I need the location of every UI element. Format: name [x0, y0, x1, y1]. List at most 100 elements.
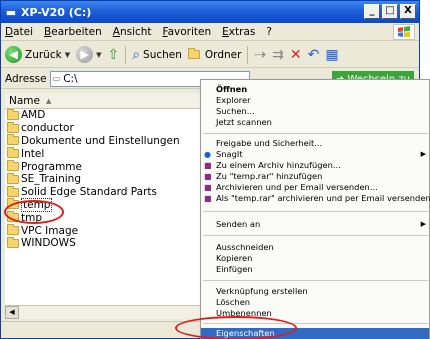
folder-name: VPC Image	[21, 224, 79, 237]
menu-help[interactable]: ?	[266, 26, 272, 38]
folder-name: Programme	[21, 160, 82, 173]
folder-icon	[7, 185, 19, 197]
move-to-icon[interactable]: ⇢	[254, 47, 266, 63]
folder-name: SE_Training	[21, 173, 81, 186]
back-label: Zurück	[25, 48, 62, 61]
up-folder-icon[interactable]: ⇧	[107, 47, 119, 63]
folder-icon	[7, 224, 19, 236]
folder-icon	[7, 172, 19, 184]
close-button[interactable]: X	[400, 4, 416, 19]
list-item[interactable]: Intel	[5, 147, 201, 160]
list-item[interactable]: Solid Edge Standard Parts	[5, 185, 201, 199]
drive-icon: ▬	[5, 5, 17, 19]
search-label: Suchen	[143, 48, 182, 61]
menu-item-snagit-label: SnagIt	[216, 149, 243, 159]
copy-to-icon[interactable]: ⇉	[272, 47, 284, 63]
window-controls: _ □ X	[364, 4, 416, 19]
horizontal-scrollbar[interactable]: ◀	[5, 305, 201, 319]
menu-bar: Datei Bearbeiten Ansicht Favoriten Extra…	[1, 23, 419, 41]
folder-icon	[7, 121, 19, 133]
title-bar[interactable]: ▬ XP-V20 (C:) _ □ X	[1, 1, 419, 23]
menu-item-archive-email-label: Archivieren und per Email versenden...	[216, 182, 378, 192]
list-item[interactable]: WINDOWS	[5, 236, 201, 250]
folder-name: conductor	[21, 122, 74, 135]
menu-item-share[interactable]: Freigabe und Sicherheit...	[201, 138, 429, 149]
back-button[interactable]: ◀ Zurück ▼	[5, 46, 70, 63]
snagit-icon: ●	[204, 150, 211, 159]
menu-item-snagit[interactable]: ● SnagIt ▶	[201, 149, 429, 160]
list-item[interactable]: AMD	[5, 108, 201, 122]
folder-icon	[7, 236, 19, 248]
winrar-icon: ■	[204, 194, 212, 203]
menu-datei[interactable]: Datei	[5, 26, 33, 38]
menu-item-send-to[interactable]: Senden an ▶	[201, 219, 429, 230]
menu-bearbeiten[interactable]: Bearbeiten	[44, 26, 102, 38]
folder-icon	[7, 160, 19, 172]
menu-item-temp-rar-email[interactable]: ■ Als "temp.rar" archivieren und per Ema…	[201, 193, 430, 204]
list-item[interactable]: VPC Image	[5, 224, 201, 237]
menu-item-archive-email[interactable]: ■ Archivieren und per Email versenden...	[201, 182, 429, 193]
views-icon[interactable]: ▦	[325, 47, 338, 63]
undo-icon[interactable]: ↶	[308, 47, 320, 63]
menu-item-copy[interactable]: Kopieren	[201, 253, 429, 264]
menu-item-temp-rar-email-label: Als "temp.rar" archivieren und per Email…	[216, 193, 430, 203]
annotation-circle-temp	[4, 200, 64, 224]
folders-label: Ordner	[204, 48, 242, 61]
scroll-left-icon[interactable]: ◀	[5, 306, 19, 319]
forward-button[interactable]: ▶ ▼	[76, 46, 101, 63]
chevron-down-icon: ▼	[64, 50, 71, 59]
menu-ansicht[interactable]: Ansicht	[113, 26, 152, 38]
windows-logo-icon	[393, 24, 415, 40]
maximize-button[interactable]: □	[382, 4, 398, 19]
list-item[interactable]: Programme	[5, 160, 201, 173]
menu-extras[interactable]: Extras	[222, 26, 255, 38]
folder-icon	[187, 48, 200, 59]
annotation-circle-properties	[175, 316, 297, 339]
delete-icon[interactable]: ✕	[290, 47, 302, 63]
menu-item-cut[interactable]: Ausschneiden	[201, 242, 429, 253]
list-item[interactable]: Dokumente und Einstellungen	[5, 134, 201, 148]
context-menu: Öffnen Explorer Suchen... Jetzt scannen …	[200, 79, 430, 339]
menu-item-add-temp-rar[interactable]: ■ Zu "temp.rar" hinzufügen	[201, 171, 429, 182]
menu-item-explorer[interactable]: Explorer	[201, 95, 429, 106]
menu-separator	[203, 235, 428, 236]
menu-favoriten[interactable]: Favoriten	[163, 26, 212, 38]
list-item[interactable]: conductor	[5, 121, 201, 135]
search-icon: ⌕	[132, 46, 141, 63]
folders-button[interactable]: Ordner	[187, 48, 242, 61]
menu-item-search[interactable]: Suchen...	[201, 106, 429, 117]
submenu-arrow-icon: ▶	[420, 150, 426, 158]
menu-item-add-archive[interactable]: ■ Zu einem Archiv hinzufügen...	[201, 160, 429, 171]
menu-separator	[203, 211, 428, 212]
winrar-icon: ■	[204, 183, 212, 192]
list-item[interactable]: SE_Training	[5, 172, 201, 186]
search-button[interactable]: ⌕ Suchen	[132, 47, 182, 63]
folder-name: AMD	[21, 109, 46, 122]
column-name-label: Name	[9, 94, 40, 107]
forward-arrow-icon: ▶	[76, 46, 94, 63]
menu-item-paste[interactable]: Einfügen	[201, 264, 429, 275]
winrar-icon: ■	[204, 161, 212, 170]
menu-item-create-shortcut[interactable]: Verknüpfung erstellen	[201, 286, 429, 297]
chevron-down-icon: ▼	[96, 50, 102, 59]
minimize-button[interactable]: _	[364, 4, 380, 19]
winrar-icon: ■	[204, 172, 212, 181]
menu-item-open[interactable]: Öffnen	[201, 84, 429, 95]
back-arrow-icon: ◀	[5, 46, 22, 63]
submenu-arrow-icon: ▶	[420, 220, 426, 228]
menu-item-add-archive-label: Zu einem Archiv hinzufügen...	[216, 160, 341, 170]
menu-item-scan[interactable]: Jetzt scannen	[201, 117, 429, 128]
folder-name: Solid Edge Standard Parts	[21, 186, 157, 199]
menu-item-delete[interactable]: Löschen	[201, 297, 429, 308]
folder-name: Intel	[21, 147, 45, 160]
folder-name: Dokumente und Einstellungen	[21, 134, 180, 147]
menu-item-send-to-label: Senden an	[216, 219, 261, 229]
menu-separator	[203, 280, 428, 281]
menu-separator	[203, 133, 428, 134]
folder-name: WINDOWS	[21, 237, 76, 250]
sort-ascending-icon: ▲	[45, 96, 52, 105]
name-column-header[interactable]: Name ▲	[5, 93, 201, 109]
address-label: Adresse	[5, 72, 47, 85]
folder-icon	[7, 108, 19, 120]
address-value: C:\	[63, 72, 78, 85]
